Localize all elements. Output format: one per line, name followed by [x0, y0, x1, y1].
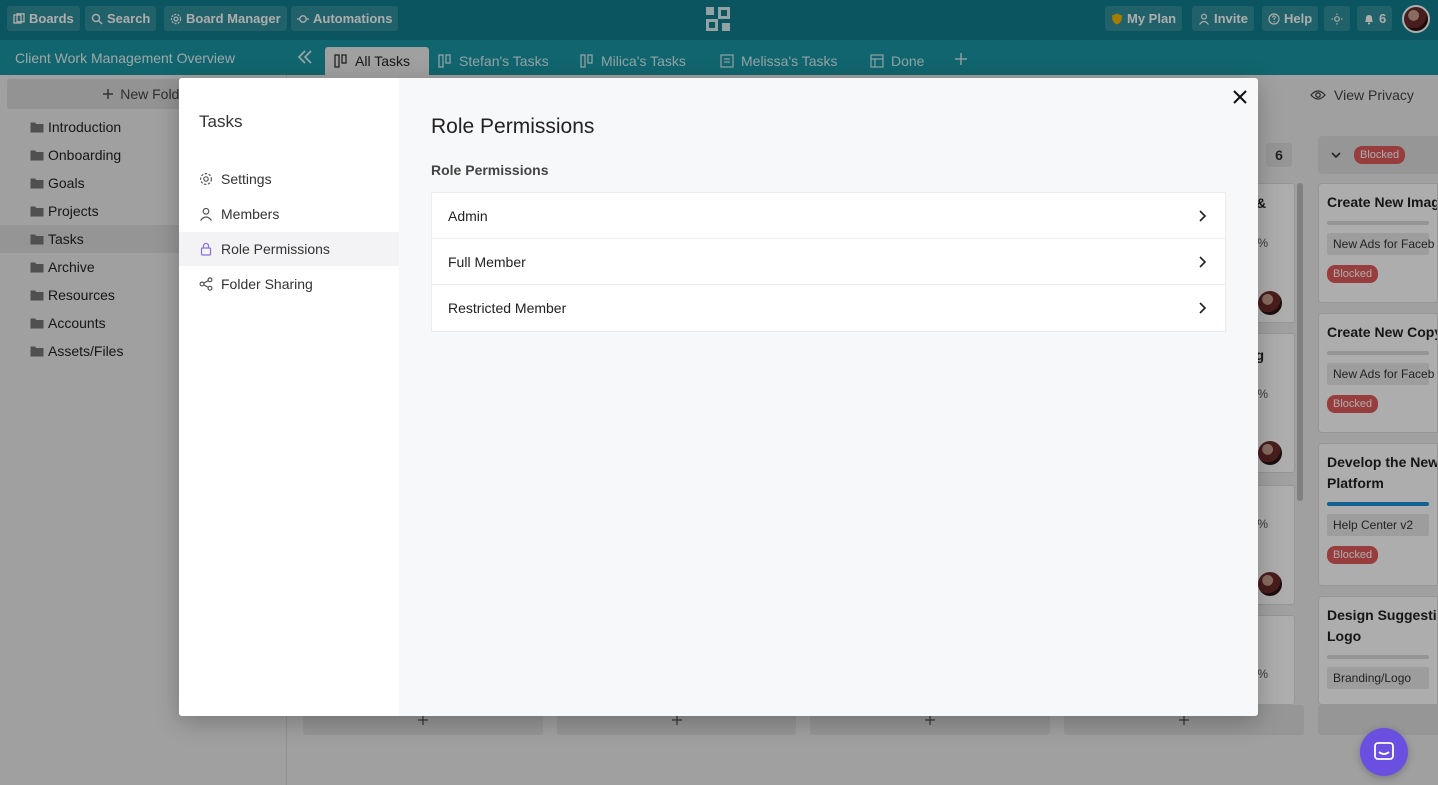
role-row-full-member[interactable]: Full Member	[432, 239, 1225, 285]
role-name: Admin	[448, 207, 488, 224]
close-icon[interactable]	[1231, 88, 1249, 106]
nav-item-folder-sharing[interactable]: Folder Sharing	[179, 267, 399, 301]
role-row-admin[interactable]: Admin	[432, 193, 1225, 239]
chevron-right-icon	[1199, 209, 1207, 222]
nav-item-label: Settings	[221, 171, 272, 187]
role-row-restricted-member[interactable]: Restricted Member	[432, 285, 1225, 331]
lock-icon	[200, 242, 212, 256]
chat-icon	[1374, 742, 1394, 760]
nav-item-label: Role Permissions	[221, 241, 330, 257]
modal-navigation: Tasks Settings Members Role Permissions …	[179, 78, 399, 716]
section-label: Role Permissions	[431, 162, 549, 178]
share-icon	[199, 277, 213, 291]
settings-modal: Tasks Settings Members Role Permissions …	[179, 78, 1258, 716]
modal-content: Role Permissions Role Permissions Admin …	[399, 78, 1258, 716]
modal-nav-heading: Tasks	[199, 112, 243, 131]
chevron-right-icon	[1199, 302, 1207, 314]
modal-title: Role Permissions	[431, 115, 595, 138]
nav-item-label: Members	[221, 206, 280, 222]
nav-item-label: Folder Sharing	[221, 276, 313, 292]
role-name: Restricted Member	[448, 300, 567, 316]
role-list: Admin Full Member Restricted Member	[431, 192, 1226, 332]
nav-item-members[interactable]: Members	[179, 197, 399, 231]
gear-icon	[199, 172, 213, 186]
user-icon	[200, 207, 212, 221]
chat-support-button[interactable]	[1360, 728, 1408, 776]
chevron-right-icon	[1199, 255, 1207, 268]
nav-item-role-permissions[interactable]: Role Permissions	[179, 232, 399, 266]
nav-item-settings[interactable]: Settings	[179, 162, 399, 196]
role-name: Full Member	[448, 253, 526, 270]
